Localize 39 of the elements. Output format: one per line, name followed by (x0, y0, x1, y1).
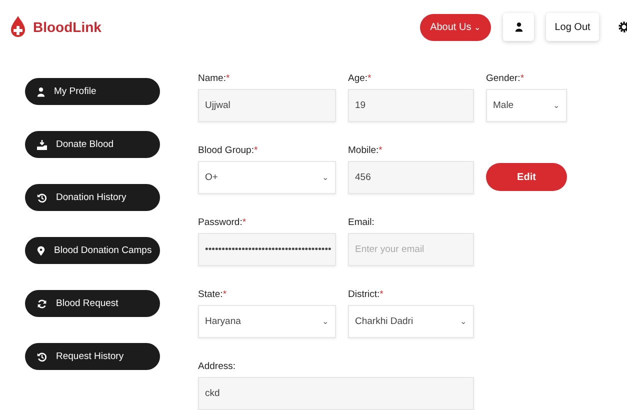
field-label: State:* (198, 289, 227, 300)
field-label: Blood Group:* (198, 145, 258, 156)
user-icon (514, 22, 522, 32)
user-icon (37, 86, 45, 96)
sidebar-item[interactable]: Blood Donation Camps (25, 237, 160, 264)
field-label: District:* (348, 289, 384, 300)
sidebar-item[interactable]: Donation History (25, 184, 160, 211)
field-label: Address: (198, 361, 236, 372)
blood-drop-logo-icon (8, 15, 28, 39)
user-button[interactable] (503, 13, 534, 41)
edit-button[interactable]: Edit (486, 163, 567, 191)
input-field[interactable]: ckd (198, 377, 474, 410)
sidebar-item[interactable]: My Profile (25, 78, 160, 105)
location-pin-icon (37, 246, 45, 256)
hand-arrow-icon (37, 140, 47, 150)
input-field[interactable]: 19 (348, 89, 474, 122)
input-field[interactable]: 456 (348, 161, 474, 194)
sidebar-item[interactable]: Blood Request (25, 290, 160, 317)
brand-name: BloodLink (33, 19, 102, 35)
input-field[interactable]: •••••••••••••••••••••••••••••••••••••• (198, 233, 336, 266)
field-label: Mobile:* (348, 145, 382, 156)
history-icon (37, 192, 47, 202)
field-label: Gender:* (486, 73, 524, 84)
settings-icon[interactable] (618, 21, 627, 33)
history-icon (37, 352, 47, 362)
field-label: Age:* (348, 73, 372, 84)
log-out-button[interactable]: Log Out (546, 13, 599, 41)
about-us-button[interactable]: About Us ⌄ (420, 14, 491, 40)
field-label: Password:* (198, 217, 246, 228)
dropdown-field[interactable]: Charkhi Dadri ⌄ (348, 305, 474, 338)
dropdown-field[interactable]: Male ⌄ (486, 89, 567, 122)
field-label: Email: (348, 217, 374, 228)
dropdown-field[interactable]: O+ ⌄ (198, 161, 336, 194)
field-label: Name:* (198, 73, 230, 84)
sidebar-item[interactable]: Donate Blood (25, 131, 160, 158)
sidebar-item[interactable]: Request History (25, 343, 160, 370)
dropdown-field[interactable]: Haryana ⌄ (198, 305, 336, 338)
input-field[interactable]: Ujjwal (198, 89, 336, 122)
sync-icon (37, 298, 47, 308)
